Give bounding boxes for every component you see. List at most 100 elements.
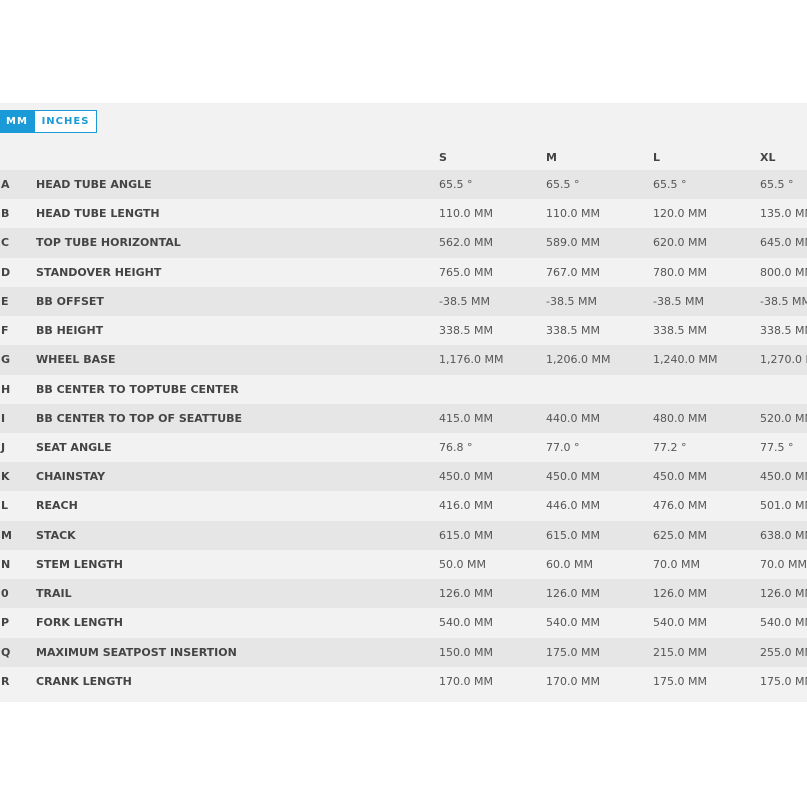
size-header-xl: XL bbox=[760, 151, 776, 164]
row-value-xl: 450.0 MM bbox=[760, 470, 807, 484]
row-letter: M bbox=[1, 528, 12, 542]
row-value-l: -38.5 MM bbox=[653, 294, 704, 308]
row-value-l: 120.0 MM bbox=[653, 207, 707, 221]
unit-toggle: MM INCHES bbox=[0, 110, 97, 133]
row-value-s: 562.0 MM bbox=[439, 236, 493, 250]
size-header-s: S bbox=[439, 151, 447, 164]
row-value-xl: 1,270.0 MM bbox=[760, 353, 807, 367]
row-measurement-name: STANDOVER HEIGHT bbox=[36, 265, 162, 279]
row-value-m: 450.0 MM bbox=[546, 470, 600, 484]
row-measurement-name: TRAIL bbox=[36, 587, 72, 601]
row-value-s: 615.0 MM bbox=[439, 528, 493, 542]
row-measurement-name: BB HEIGHT bbox=[36, 324, 104, 338]
row-value-m: 65.5 ° bbox=[546, 178, 580, 191]
row-letter: D bbox=[1, 265, 11, 279]
row-value-m: 338.5 MM bbox=[546, 324, 600, 338]
row-measurement-name: FORK LENGTH bbox=[36, 616, 123, 630]
row-value-s: 765.0 MM bbox=[439, 265, 493, 279]
row-value-l: 126.0 MM bbox=[653, 587, 707, 601]
table-row: B HEAD TUBE LENGTH 110.0 MM 110.0 MM 120.0 M… bbox=[0, 199, 807, 228]
table-header: S M L XL bbox=[0, 145, 807, 170]
row-value-m: 110.0 MM bbox=[546, 207, 600, 221]
row-value-m: 615.0 MM bbox=[546, 528, 600, 542]
row-value-l: 450.0 MM bbox=[653, 470, 707, 484]
row-letter: I bbox=[1, 411, 6, 425]
row-value-m: 446.0 MM bbox=[546, 499, 600, 513]
row-value-s: 338.5 MM bbox=[439, 324, 493, 338]
row-value-m: 126.0 MM bbox=[546, 587, 600, 601]
row-value-m: 170.0 MM bbox=[546, 674, 600, 688]
row-measurement-name: TOP TUBE HORIZONTAL bbox=[36, 236, 181, 250]
row-measurement-name: STACK bbox=[36, 528, 76, 542]
row-value-l: 65.5 ° bbox=[653, 178, 687, 191]
table-row: E BB OFFSET -38.5 MM -38.5 MM -38.5 MM -38.5 … bbox=[0, 286, 807, 317]
table-row: I BB CENTER TO TOP OF SEATTUBE 415.0 MM 440… bbox=[0, 403, 807, 433]
row-value-m: 767.0 MM bbox=[546, 265, 600, 279]
mm-button[interactable]: MM bbox=[0, 110, 34, 133]
row-measurement-name: HEAD TUBE LENGTH bbox=[36, 207, 160, 221]
row-letter: P bbox=[1, 616, 10, 630]
row-measurement-name: MAXIMUM SEATPOST INSERTION bbox=[36, 645, 237, 659]
row-letter: J bbox=[1, 440, 6, 454]
row-value-l: 476.0 MM bbox=[653, 499, 707, 513]
row-value-l: 215.0 MM bbox=[653, 645, 707, 659]
row-value-xl: 255.0 MM bbox=[760, 645, 807, 659]
row-measurement-name: SEAT ANGLE bbox=[36, 440, 112, 454]
row-letter: 0 bbox=[1, 587, 9, 601]
row-value-xl: 638.0 MM bbox=[760, 528, 807, 542]
row-value-l: 1,240.0 MM bbox=[653, 353, 718, 367]
row-value-xl: 501.0 MM bbox=[760, 499, 807, 513]
row-value-l: 620.0 MM bbox=[653, 236, 707, 250]
inches-button[interactable]: INCHES bbox=[34, 110, 97, 133]
row-value-xl: 520.0 MM bbox=[760, 411, 807, 425]
row-value-l: 338.5 MM bbox=[653, 324, 707, 338]
row-value-s: 126.0 MM bbox=[439, 587, 493, 601]
row-measurement-name: BB CENTER TO TOPTUBE CENTER bbox=[36, 382, 239, 396]
table-row: L REACH 416.0 MM 446.0 MM 476.0 MM 501.0 MM bbox=[0, 491, 807, 520]
row-value-m: 60.0 MM bbox=[546, 557, 593, 571]
row-value-m: 77.0 ° bbox=[546, 440, 580, 454]
table-row: P FORK LENGTH 540.0 MM 540.0 MM 540.0 MM 540.… bbox=[0, 608, 807, 637]
row-letter: N bbox=[1, 557, 11, 571]
row-value-xl: 70.0 MM bbox=[760, 557, 807, 571]
table-row: R CRANK LENGTH 170.0 MM 170.0 MM 175.0 MM 175… bbox=[0, 667, 807, 696]
row-value-l: 70.0 MM bbox=[653, 557, 700, 571]
row-value-s: 540.0 MM bbox=[439, 616, 493, 630]
row-value-l: 480.0 MM bbox=[653, 411, 707, 425]
row-letter: F bbox=[1, 324, 9, 338]
row-value-s: 65.5 ° bbox=[439, 178, 473, 191]
table-row: M STACK 615.0 MM 615.0 MM 625.0 MM 638.0 MM bbox=[0, 520, 807, 550]
row-measurement-name: STEM LENGTH bbox=[36, 557, 123, 571]
row-value-l: 540.0 MM bbox=[653, 616, 707, 630]
table-row: C TOP TUBE HORIZONTAL 562.0 MM 589.0 MM 620.… bbox=[0, 228, 807, 258]
row-measurement-name: BB OFFSET bbox=[36, 294, 104, 308]
row-letter: R bbox=[1, 674, 10, 688]
table-row: 0 TRAIL 126.0 MM 126.0 MM 126.0 MM 126.0 MM bbox=[0, 579, 807, 609]
row-value-xl: 77.5 ° bbox=[760, 440, 794, 454]
row-letter: L bbox=[1, 499, 9, 513]
row-value-m: 175.0 MM bbox=[546, 645, 600, 659]
row-letter: H bbox=[1, 382, 11, 396]
row-value-s: 50.0 MM bbox=[439, 557, 486, 571]
geometry-table: A HEAD TUBE ANGLE 65.5 ° 65.5 ° 65.5 ° 65.5 °… bbox=[0, 170, 807, 696]
row-value-xl: 540.0 MM bbox=[760, 616, 807, 630]
row-value-s: 76.8 ° bbox=[439, 440, 473, 454]
row-value-m: 540.0 MM bbox=[546, 616, 600, 630]
row-value-s: 450.0 MM bbox=[439, 470, 493, 484]
row-letter: C bbox=[1, 236, 10, 250]
row-value-s: 110.0 MM bbox=[439, 207, 493, 221]
row-value-m: 440.0 MM bbox=[546, 411, 600, 425]
table-row: Q MAXIMUM SEATPOST INSERTION 150.0 MM 175.0… bbox=[0, 637, 807, 667]
table-row: D STANDOVER HEIGHT 765.0 MM 767.0 MM 780.0 M… bbox=[0, 258, 807, 287]
row-letter: Q bbox=[1, 645, 11, 659]
row-letter: A bbox=[1, 178, 10, 191]
row-value-xl: 800.0 MM bbox=[760, 265, 807, 279]
row-value-l: 77.2 ° bbox=[653, 440, 687, 454]
size-header-l: L bbox=[653, 151, 661, 164]
table-row: H BB CENTER TO TOPTUBE CENTER bbox=[0, 375, 807, 404]
row-value-xl: 175.0 MM bbox=[760, 674, 807, 688]
row-value-xl: 126.0 MM bbox=[760, 587, 807, 601]
row-value-xl: 645.0 MM bbox=[760, 236, 807, 250]
row-value-m: 589.0 MM bbox=[546, 236, 600, 250]
row-value-xl: 65.5 ° bbox=[760, 178, 794, 191]
